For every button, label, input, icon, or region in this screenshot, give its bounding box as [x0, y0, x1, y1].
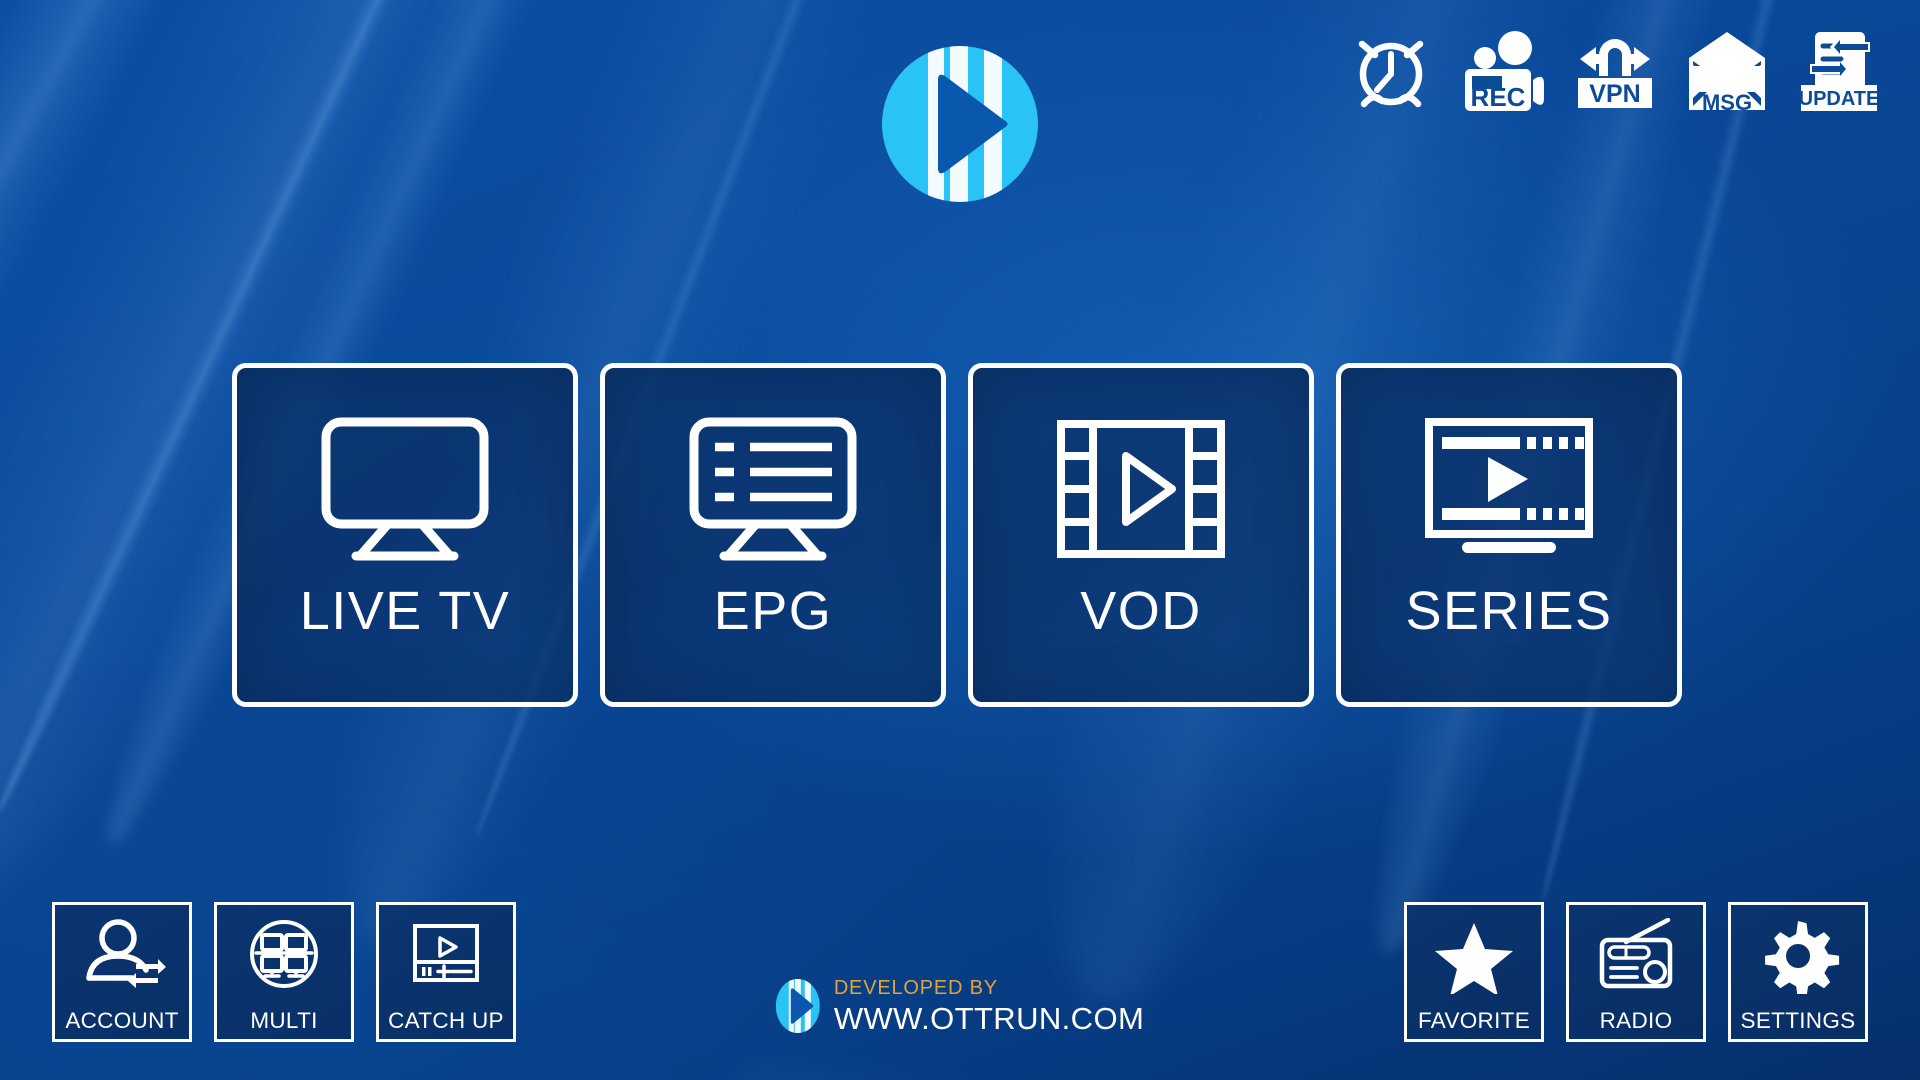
tile-epg[interactable]: EPG — [600, 363, 946, 707]
catchup-player-icon — [402, 918, 490, 994]
favorite-button[interactable]: FAVORITE — [1404, 902, 1544, 1042]
footer-text-block: DEVELOPED BY WWW.OTTRUN.COM — [834, 978, 1144, 1034]
button-label: FAVORITE — [1418, 1007, 1530, 1033]
svg-text:UPDATE: UPDATE — [1799, 88, 1880, 110]
play-oval-logo-icon — [775, 978, 820, 1034]
user-switch-icon — [78, 918, 166, 994]
multi-button[interactable]: MULTI — [214, 902, 354, 1042]
tile-label: VOD — [1080, 581, 1202, 641]
app-root: REC VPN MSG UPDATE LIVE TV EPG VOD SERIE… — [0, 0, 1920, 1080]
button-label: MULTI — [250, 1007, 318, 1033]
settings-button[interactable]: SETTINGS — [1728, 902, 1868, 1042]
tv-monitor-icon — [296, 404, 514, 574]
button-label: CATCH UP — [388, 1007, 504, 1033]
rec-icon[interactable]: REC — [1460, 28, 1546, 116]
multiscreen-circle-icon — [240, 918, 328, 994]
alarm-icon[interactable] — [1348, 28, 1434, 116]
radio-icon — [1592, 918, 1680, 994]
brand-logo — [880, 44, 1040, 204]
footer-credit: DEVELOPED BY WWW.OTTRUN.COM — [775, 978, 1144, 1034]
catch-up-button[interactable]: CATCH UP — [376, 902, 516, 1042]
bottom-right-buttons: FAVORITE RADIO SETTINGS — [1404, 902, 1868, 1042]
gear-icon — [1754, 918, 1842, 994]
svg-text:VPN: VPN — [1589, 80, 1640, 108]
svg-text:MSG: MSG — [1702, 90, 1752, 115]
button-label: ACCOUNT — [65, 1007, 179, 1033]
developed-by-label: DEVELOPED BY — [833, 977, 998, 999]
msg-icon[interactable]: MSG — [1684, 28, 1770, 116]
account-button[interactable]: ACCOUNT — [52, 902, 192, 1042]
svg-text:REC: REC — [1471, 82, 1526, 112]
update-icon[interactable]: UPDATE — [1796, 28, 1882, 116]
tile-series[interactable]: SERIES — [1336, 363, 1682, 707]
tile-vod[interactable]: VOD — [968, 363, 1314, 707]
top-bar: REC VPN MSG UPDATE — [0, 0, 1920, 202]
vpn-icon[interactable]: VPN — [1572, 28, 1658, 116]
developer-url[interactable]: WWW.OTTRUN.COM — [834, 1003, 1144, 1034]
main-menu-tiles: LIVE TV EPG VOD SERIES — [232, 363, 1682, 707]
radio-button[interactable]: RADIO — [1566, 902, 1706, 1042]
tile-live-tv[interactable]: LIVE TV — [232, 363, 578, 707]
bottom-left-buttons: ACCOUNT MULTI CATCH UP — [52, 902, 516, 1042]
status-icon-bar: REC VPN MSG UPDATE — [1348, 28, 1882, 116]
film-strip-play-icon — [1032, 404, 1250, 574]
star-icon — [1430, 918, 1518, 994]
button-label: RADIO — [1599, 1007, 1673, 1033]
tile-label: LIVE TV — [299, 581, 511, 641]
tile-label: EPG — [713, 581, 833, 641]
tv-guide-list-icon — [664, 404, 882, 574]
button-label: SETTINGS — [1740, 1007, 1856, 1033]
tv-series-play-icon — [1400, 404, 1618, 574]
tile-label: SERIES — [1405, 581, 1613, 641]
